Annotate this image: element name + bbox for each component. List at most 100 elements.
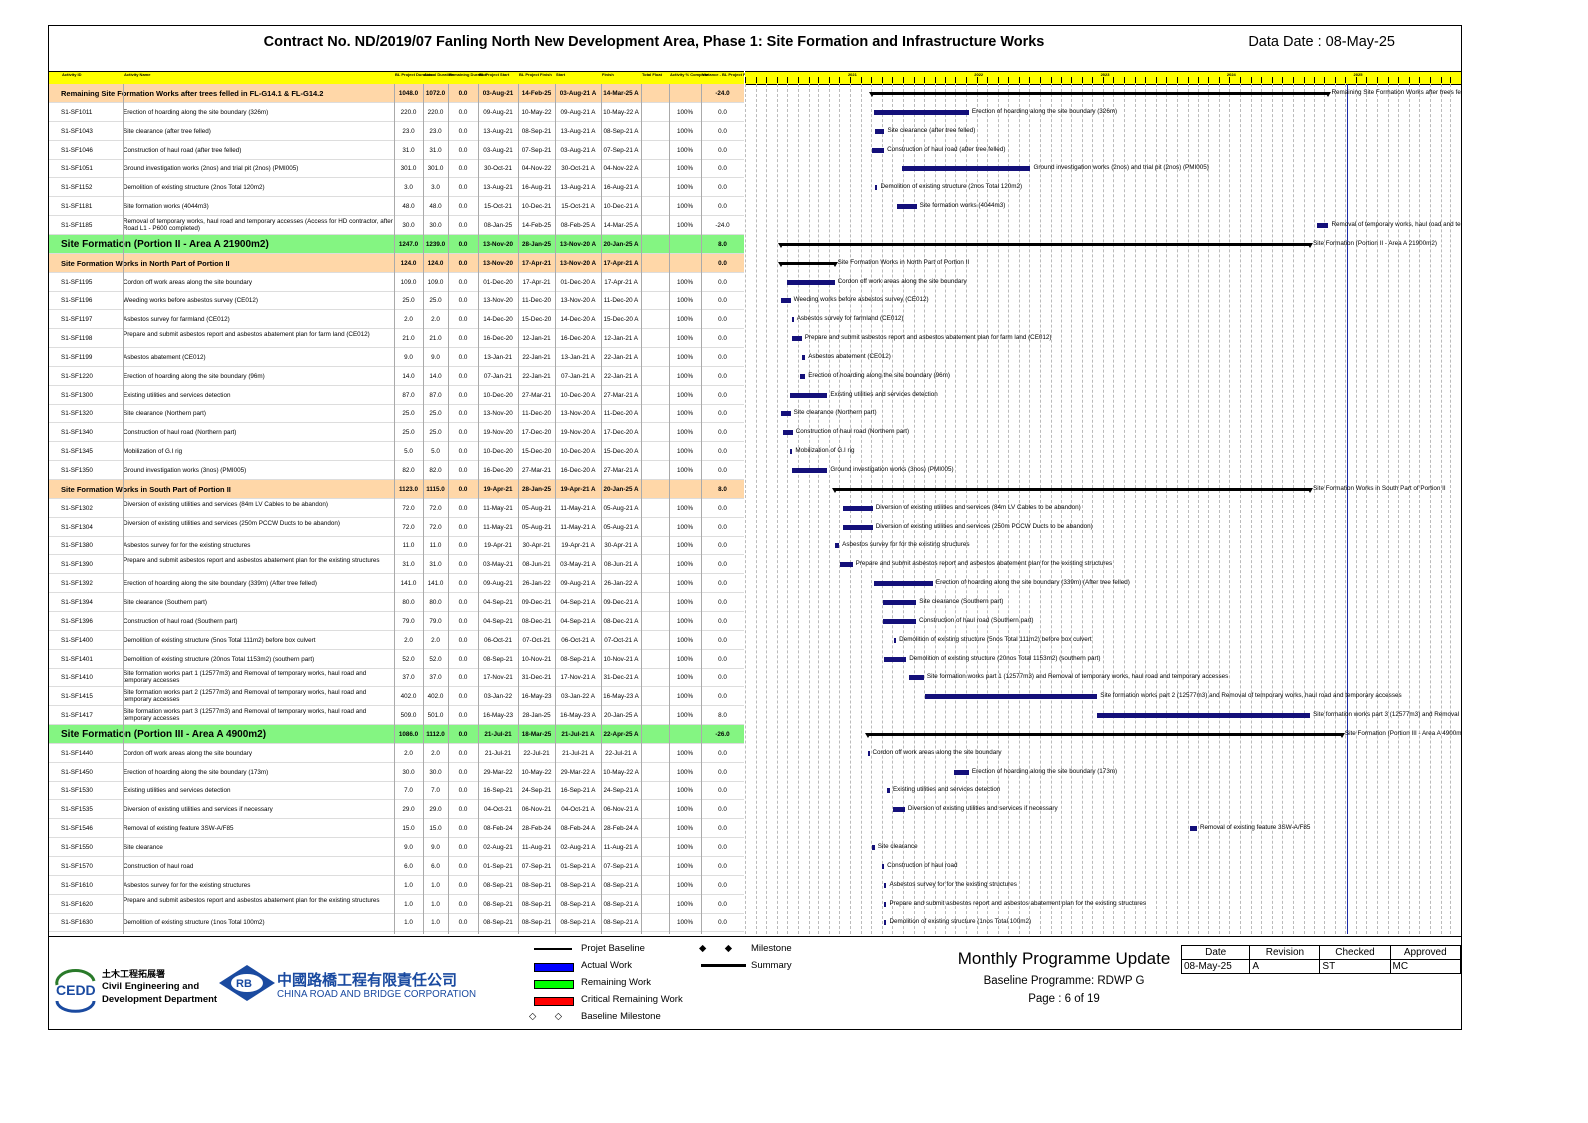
table-row[interactable]: S1-SF1320 Site clearance (Northern part) 2… — [49, 404, 744, 424]
table-row[interactable]: S1-SF1415 Site formation works part 2 (12… — [49, 687, 744, 707]
gantt-bar[interactable] — [867, 750, 870, 756]
gantt-bar[interactable] — [893, 807, 905, 813]
gantt-summary-bar[interactable] — [778, 261, 838, 267]
gantt-bar[interactable] — [874, 581, 933, 587]
table-row[interactable]: S1-SF1345 Mobilization of G.I rig 5.0 5.0 0.… — [49, 442, 744, 462]
table-row[interactable]: S1-SF1198 Prepare and submit asbestos rep… — [49, 329, 744, 349]
gantt-bar-label: Construction of haul road (Northern part… — [795, 428, 910, 436]
table-row[interactable]: S1-SF1570 Construction of haul road 6.0 6.0… — [49, 857, 744, 876]
summary-row[interactable]: Site Formation Works in South Part of Po… — [49, 479, 744, 499]
table-row[interactable]: S1-SF1410 Site formation works part 1 (12… — [49, 668, 744, 688]
gantt-summary-bar[interactable] — [864, 732, 1346, 738]
gantt-summary-bar[interactable] — [868, 92, 1332, 97]
table-row[interactable]: S1-SF1440 Cordon off work areas along the… — [49, 744, 744, 763]
table-row[interactable]: S1-SF1630 Demolition of existing structur… — [49, 913, 744, 933]
summary-row[interactable]: Site Formation (Portion II - Area A 2190… — [49, 234, 744, 254]
table-row[interactable]: S1-SF1197 Asbestos survey for farmland (C… — [49, 310, 744, 330]
cell-tf — [641, 857, 669, 876]
summary-row[interactable]: Remaining Site Formation Works after tre… — [49, 84, 744, 103]
gantt-bar[interactable] — [924, 694, 1098, 700]
gantt-bar[interactable] — [780, 298, 791, 304]
gantt-bar[interactable] — [875, 185, 878, 191]
gantt-bar[interactable] — [791, 317, 794, 323]
gantt-bar[interactable] — [897, 204, 917, 210]
gantt-bar[interactable] — [790, 392, 828, 398]
gantt-bar[interactable] — [783, 430, 793, 436]
table-row[interactable]: S1-SF1530 Existing utilities and services… — [49, 781, 744, 801]
table-row[interactable]: S1-SF1199 Asbestos abatement (CE012) 9.0 9.… — [49, 348, 744, 367]
table-row[interactable]: S1-SF1550 Site clearance 9.0 9.0 0.0 02-Aug-2… — [49, 838, 744, 857]
gantt-bar[interactable] — [954, 769, 969, 775]
table-row[interactable]: S1-SF1043 Site clearance (after tree fell… — [49, 122, 744, 141]
gantt-bar[interactable] — [802, 354, 806, 360]
gantt-bar[interactable] — [884, 882, 887, 888]
gantt-bar[interactable] — [872, 147, 885, 153]
table-row[interactable]: S1-SF1450 Erection of hoarding along the … — [49, 763, 744, 782]
table-row[interactable]: S1-SF1396 Construction of haul road (Sout… — [49, 612, 744, 631]
gantt-bar[interactable] — [883, 599, 917, 605]
gantt-bar[interactable] — [1316, 222, 1329, 228]
table-row[interactable]: S1-SF1302 Diversion of existing utilities… — [49, 499, 744, 518]
table-row[interactable]: S1-SF1304 Diversion of existing utilities… — [49, 518, 744, 537]
table-row[interactable]: S1-SF1350 Ground investigation works (3no… — [49, 461, 744, 480]
gantt-bar[interactable] — [842, 505, 873, 511]
gantt-bar[interactable] — [1097, 713, 1311, 719]
gantt-bar[interactable] — [874, 109, 969, 115]
table-row[interactable]: S1-SF1610 Asbestos survey for for the exi… — [49, 876, 744, 895]
gantt-bar[interactable] — [800, 373, 806, 379]
gantt-bar[interactable] — [787, 279, 835, 285]
gantt-bar[interactable] — [894, 637, 897, 643]
gantt-bar[interactable] — [884, 656, 907, 662]
summary-row[interactable]: Site Formation Works in North Part of Po… — [49, 253, 744, 273]
gantt-bar[interactable] — [902, 166, 1031, 172]
table-row[interactable]: S1-SF1011 Erection of hoarding along the … — [49, 103, 744, 122]
cell-st: 08-Feb-25 A — [560, 221, 596, 229]
table-row[interactable]: S1-SF1185 Removal of temporary works, hau… — [49, 216, 744, 235]
gantt-bar[interactable] — [790, 449, 793, 455]
table-row[interactable]: S1-SF1051 Ground investigation works (2no… — [49, 159, 744, 179]
gantt-bar[interactable] — [842, 524, 873, 530]
table-row[interactable]: S1-SF1390 Prepare and submit asbestos rep… — [49, 555, 744, 575]
table-row[interactable]: S1-SF1400 Demolition of existing structur… — [49, 631, 744, 650]
gantt-bar[interactable] — [840, 562, 853, 568]
gantt-bar[interactable] — [835, 543, 840, 549]
table-row[interactable]: S1-SF1340 Construction of haul road (Nort… — [49, 423, 744, 443]
gantt-bar[interactable] — [875, 128, 885, 134]
table-row[interactable]: S1-SF1401 Demolition of existing structur… — [49, 650, 744, 669]
table-row[interactable]: S1-SF1220 Erection of hoarding along the … — [49, 367, 744, 386]
table-row[interactable]: S1-SF1394 Site clearance (Southern part) 8… — [49, 593, 744, 612]
gantt-bar[interactable] — [871, 845, 875, 850]
gantt-bar[interactable] — [792, 468, 828, 473]
table-row[interactable]: S1-SF1196 Weeding works before asbestos s… — [49, 291, 744, 311]
gantt-bar[interactable] — [1190, 826, 1197, 832]
cell-bs: 08-Feb-24 — [483, 825, 513, 833]
table-row[interactable]: S1-SF1195 Cordon off work areas along the… — [49, 273, 744, 292]
table-row[interactable]: S1-SF1546 Removal of existing feature 3SW… — [49, 819, 744, 839]
table-row[interactable]: S1-SF1620 Prepare and submit asbestos rep… — [49, 895, 744, 914]
gantt-summary-bar[interactable] — [777, 242, 1314, 248]
gantt-bar[interactable] — [882, 863, 885, 869]
table-row[interactable]: S1-SF1152 Demolition of existing structur… — [49, 178, 744, 198]
table-row[interactable]: S1-SF1181 Site formation works (4044m3) 48… — [49, 197, 744, 217]
cell-bs: 13-Aug-21 — [483, 127, 513, 135]
gantt-bar[interactable] — [887, 788, 890, 794]
gantt-bar[interactable] — [792, 336, 802, 342]
gantt-gridline — [1166, 84, 1168, 934]
gantt-bar[interactable] — [884, 920, 887, 926]
column-divider — [423, 84, 424, 934]
gantt-bar[interactable] — [908, 675, 924, 681]
table-row[interactable]: S1-SF1392 Erection of hoarding along the … — [49, 574, 744, 594]
gantt-bar[interactable] — [884, 901, 887, 907]
gantt-bar[interactable] — [883, 618, 916, 624]
timeline-month — [1081, 77, 1092, 83]
table-row[interactable]: S1-SF1417 Site formation works part 3 (12… — [49, 706, 744, 726]
table-row[interactable]: S1-SF1300 Existing utilities and services… — [49, 386, 744, 405]
cell-name: Removal of temporary works, haul road an… — [123, 217, 393, 232]
table-row[interactable]: S1-SF1380 Asbestos survey for for the exi… — [49, 536, 744, 556]
table-row[interactable]: S1-SF1046 Construction of haul road (afte… — [49, 141, 744, 160]
summary-row[interactable]: Site Formation (Portion III - Area A 490… — [49, 724, 744, 744]
timeline-month — [1218, 77, 1230, 83]
table-row[interactable]: S1-SF1535 Diversion of existing utilities… — [49, 800, 744, 820]
gantt-bar[interactable] — [780, 411, 791, 417]
gantt-summary-bar[interactable] — [832, 487, 1313, 493]
